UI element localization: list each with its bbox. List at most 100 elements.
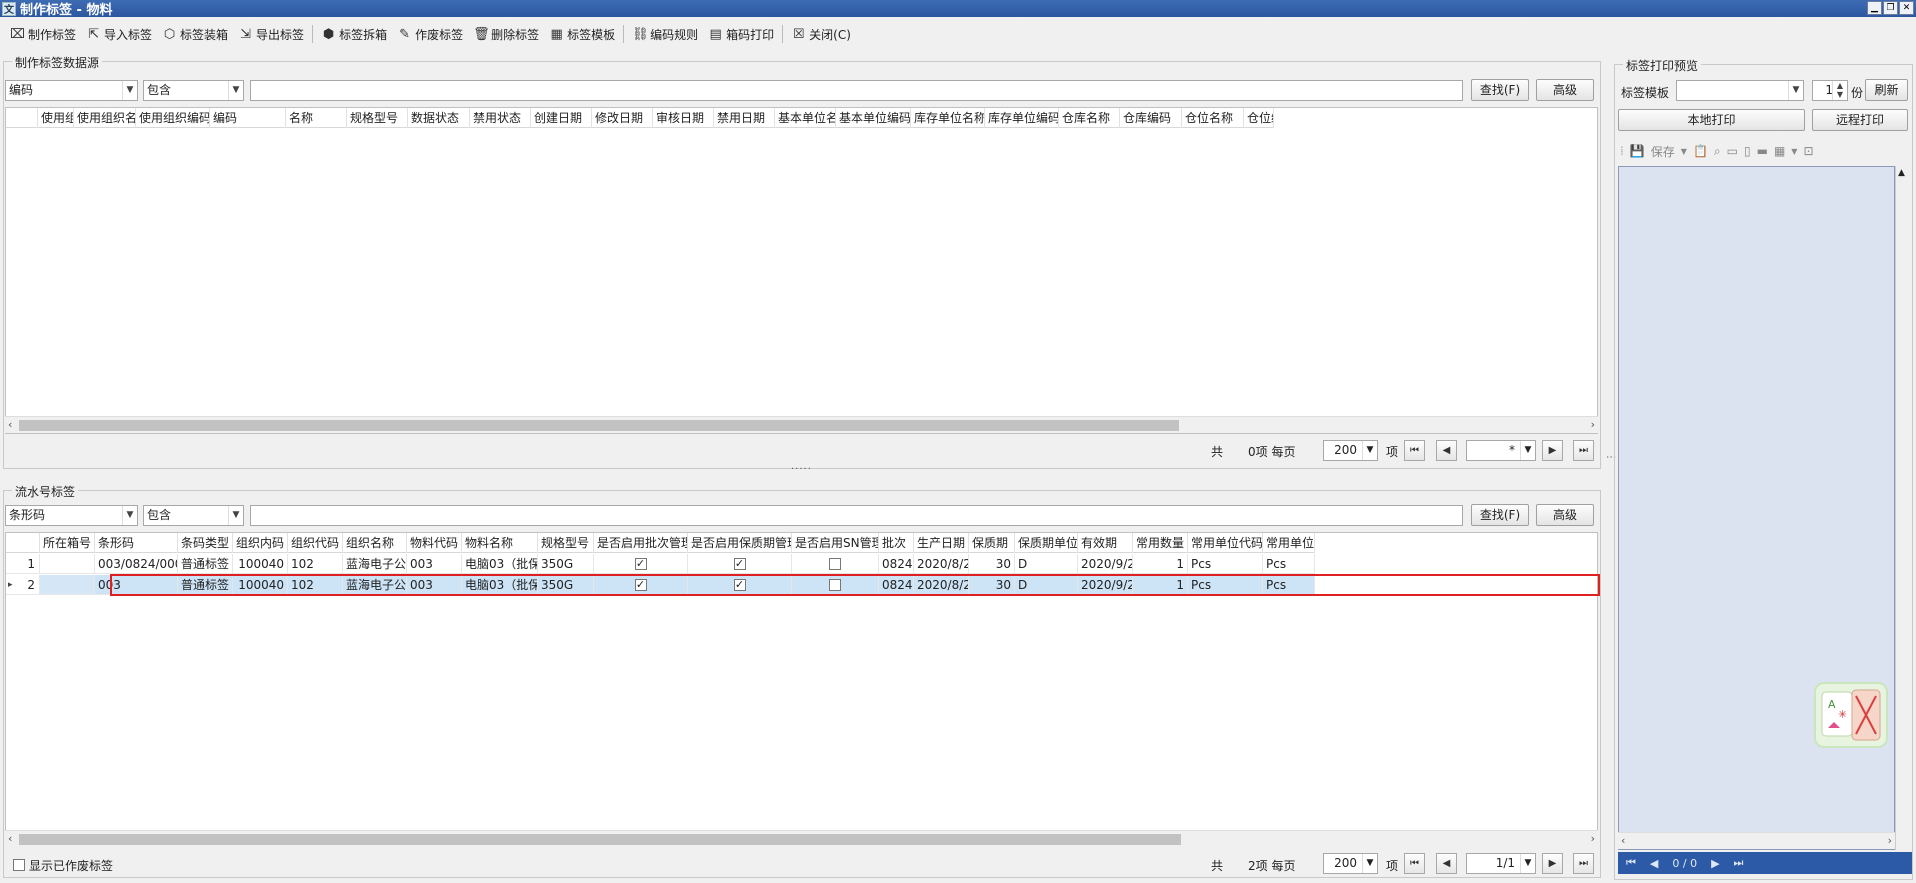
cell-type[interactable]: 普通标签	[178, 554, 233, 574]
column-header[interactable]: 仓位名称	[1182, 108, 1244, 128]
toolbar-button-8[interactable]: ▦ 标签模板	[549, 26, 615, 43]
serial-grid[interactable]: 所在箱号 条形码 条码类型 组织内码 组织代码 组织名称 物料代码 物料名称 规格型号 是否启用批…	[5, 532, 1598, 832]
cell-unit-name[interactable]: Pcs	[1263, 554, 1315, 574]
source-page-size[interactable]: 200 ▼	[1323, 440, 1378, 461]
column-header[interactable]: 仓库名称	[1059, 108, 1120, 128]
show-voided-toggle[interactable]: 显示已作废标签	[13, 857, 113, 874]
toolbar-button-5[interactable]: ⬢ 标签拆箱	[321, 26, 387, 43]
serial-find-button[interactable]: 查找(F)	[1471, 504, 1529, 526]
preview-save-label[interactable]: 保存	[1651, 143, 1675, 160]
cell-unit-code[interactable]: Pcs	[1188, 575, 1263, 595]
checkbox[interactable]: ✓	[634, 578, 647, 591]
prev-page-icon[interactable]: ◀	[1436, 440, 1457, 461]
serial-page-size[interactable]: 200 ▼	[1323, 853, 1378, 874]
column-header[interactable]: 批次	[879, 533, 914, 553]
scroll-left-icon[interactable]: ‹	[1621, 834, 1625, 847]
scroll-thumb[interactable]	[19, 420, 1179, 431]
cell-mat-name[interactable]: 电脑03（批保）	[462, 575, 538, 595]
local-print-button[interactable]: 本地打印	[1618, 109, 1805, 131]
next-page-icon[interactable]: ▶	[1542, 853, 1563, 874]
find-binoculars-icon[interactable]: ⌕	[1714, 144, 1721, 159]
serial-advanced-button[interactable]: 高级	[1536, 504, 1594, 526]
cell-barcode[interactable]: 003/0824/00001	[95, 554, 178, 574]
spin-icon[interactable]: ▲ ▼	[1832, 81, 1847, 100]
column-header[interactable]: 库存单位编码	[985, 108, 1059, 128]
cell-sn-mgmt[interactable]	[792, 575, 879, 595]
cell-batch[interactable]: 0824	[879, 554, 914, 574]
source-page-select[interactable]: * ▼	[1466, 440, 1536, 461]
cell-shelf[interactable]: 30	[969, 575, 1015, 595]
cell-mat-code[interactable]: 003	[407, 554, 462, 574]
cell-type[interactable]: 普通标签	[178, 575, 233, 595]
column-header[interactable]: 保质期单位	[1015, 533, 1078, 553]
cell-prod-date[interactable]: 2020/8/24	[914, 575, 969, 595]
column-header[interactable]: 组织内码	[233, 533, 288, 553]
toolbar-button-1[interactable]: ⌧ 制作标签	[10, 26, 76, 43]
next-page-icon[interactable]: ▶	[1542, 440, 1563, 461]
save-icon[interactable]: 💾	[1630, 144, 1645, 158]
remote-print-button[interactable]: 远程打印	[1812, 109, 1908, 131]
scroll-left-icon[interactable]: ‹	[8, 832, 12, 845]
serial-hscrollbar[interactable]: ‹ ›	[5, 830, 1598, 847]
column-header[interactable]: 数据状态	[408, 108, 470, 128]
checkbox[interactable]	[829, 578, 841, 591]
refresh-button[interactable]: 刷新	[1865, 79, 1908, 101]
cell-shelf-unit[interactable]: D	[1015, 575, 1078, 595]
column-header[interactable]: 基本单位编码	[836, 108, 911, 128]
cell-shelf-mgmt[interactable]: ✓	[688, 554, 792, 574]
serial-op-select[interactable]: 包含 ▼	[143, 505, 244, 526]
cell-org-name[interactable]: 蓝海电子公司	[343, 575, 407, 595]
restore-icon[interactable]: ❐	[1883, 1, 1898, 15]
serial-search-input[interactable]	[250, 505, 1463, 526]
chevron-down-icon[interactable]: ▼	[1681, 147, 1687, 156]
checkbox[interactable]: ✓	[733, 557, 746, 570]
column-header[interactable]: 条码类型	[178, 533, 233, 553]
source-search-input[interactable]	[250, 80, 1463, 101]
cell-prod-date[interactable]: 2020/8/24	[914, 554, 969, 574]
next-page-icon[interactable]: ▶	[1711, 857, 1719, 870]
cell-mat-name[interactable]: 电脑03（批保）	[462, 554, 538, 574]
source-op-select[interactable]: 包含 ▼	[143, 80, 244, 101]
column-header[interactable]: 使用组织名称	[74, 108, 136, 128]
preview-hscrollbar[interactable]: ‹ ›	[1618, 832, 1895, 849]
cell-qty[interactable]: 1	[1133, 554, 1188, 574]
column-header[interactable]: 仓库编码	[1120, 108, 1182, 128]
column-header[interactable]: 基本单位名称	[775, 108, 836, 128]
checkbox[interactable]: ✓	[733, 578, 746, 591]
last-page-icon[interactable]: ⏭	[1573, 853, 1594, 874]
show-voided-checkbox[interactable]	[13, 858, 25, 871]
checkbox[interactable]: ✓	[634, 557, 647, 570]
splitter-handle[interactable]: ·····	[791, 464, 812, 475]
column-header[interactable]: 修改日期	[592, 108, 653, 128]
layout-wide-icon[interactable]: ▬	[1757, 144, 1768, 158]
layout-page-icon[interactable]: ▯	[1744, 144, 1751, 158]
cell-mat-code[interactable]: 003	[407, 575, 462, 595]
first-page-icon[interactable]: ⏮	[1404, 853, 1425, 874]
column-header[interactable]: 组织名称	[343, 533, 407, 553]
column-header[interactable]: 是否启用SN管理	[792, 533, 879, 553]
column-header[interactable]: 物料代码	[407, 533, 462, 553]
column-header[interactable]: 创建日期	[531, 108, 592, 128]
cell-spec[interactable]: 350G	[538, 575, 594, 595]
column-header[interactable]: 禁用日期	[714, 108, 775, 128]
cell-unit-name[interactable]: Pcs	[1263, 575, 1315, 595]
column-header[interactable]: 条形码	[95, 533, 178, 553]
cell-org-name[interactable]: 蓝海电子公司	[343, 554, 407, 574]
close-icon[interactable]: ✕	[1899, 1, 1914, 15]
cell-shelf-mgmt[interactable]: ✓	[688, 575, 792, 595]
column-header[interactable]: 仓位编	[1244, 108, 1274, 128]
column-header[interactable]: 名称	[286, 108, 347, 128]
template-select[interactable]: ▼	[1676, 80, 1804, 101]
cell-org-code[interactable]: 102	[288, 554, 343, 574]
minimize-icon[interactable]: ▁	[1867, 1, 1882, 15]
scroll-right-icon[interactable]: ›	[1591, 418, 1595, 431]
preview-vscrollbar[interactable]: ▲	[1895, 166, 1909, 850]
scroll-thumb[interactable]	[19, 834, 1181, 845]
column-header[interactable]: 所在箱号	[40, 533, 95, 553]
zoom-page-icon[interactable]: ⊡	[1803, 144, 1813, 158]
source-field-select[interactable]: 编码 ▼	[5, 80, 138, 101]
cell-expiry[interactable]: 2020/9/23	[1078, 554, 1133, 574]
cell-spec[interactable]: 350G	[538, 554, 594, 574]
scroll-left-icon[interactable]: ‹	[8, 418, 12, 431]
chevron-down-icon[interactable]: ▼	[1791, 147, 1797, 156]
